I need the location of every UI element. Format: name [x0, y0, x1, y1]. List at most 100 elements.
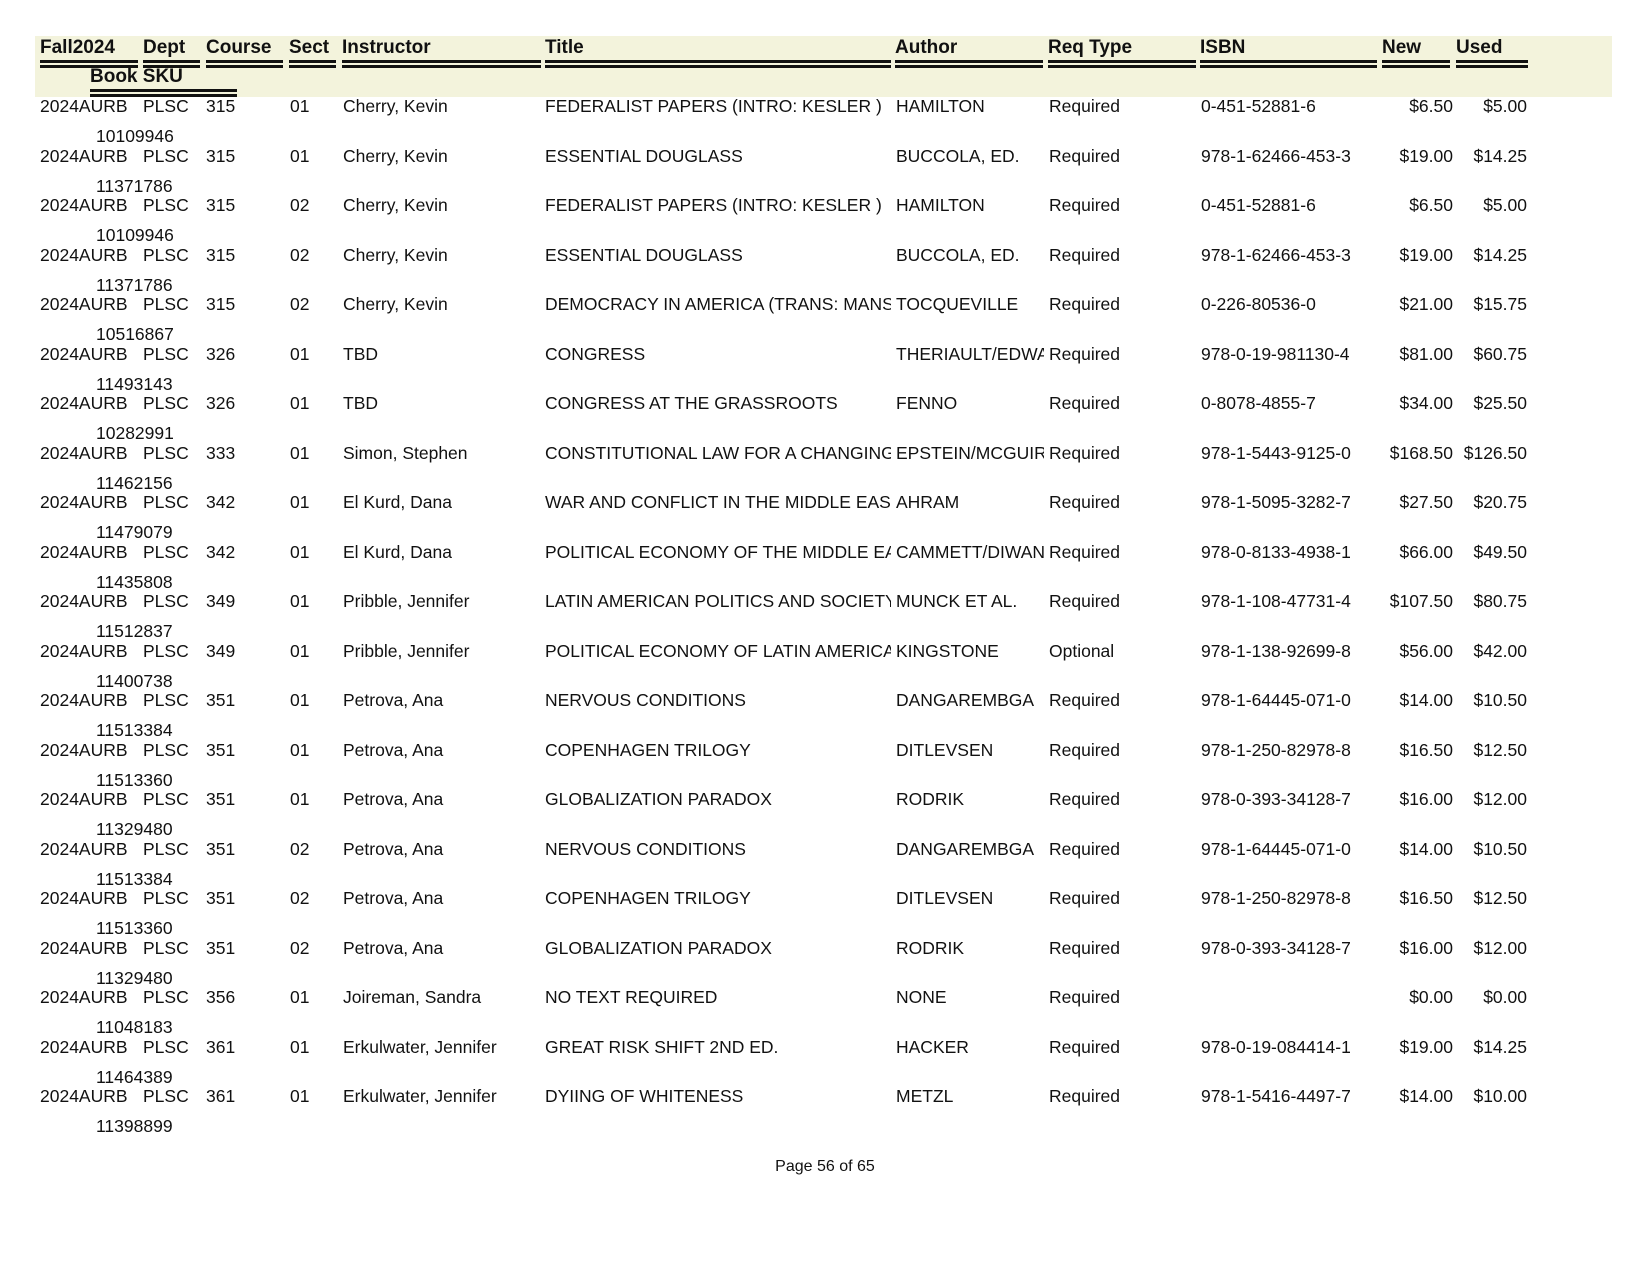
new-price-cell: $14.00: [1399, 838, 1453, 859]
section-cell: 01: [290, 343, 310, 364]
term-cell: 2024AURB: [40, 1086, 128, 1106]
header-dept: Dept: [143, 37, 200, 68]
used-price-cell: $20.75: [1473, 492, 1527, 512]
table-row: 2024AURB PLSC 349 01 Pribble, Jennifer LATIN …: [0, 591, 1650, 642]
isbn-cell: 0-451-52881-6: [1201, 195, 1316, 215]
term-cell: 2024AURB: [40, 393, 128, 413]
term-cell: 2024AURB: [40, 591, 128, 611]
course-cell: 351: [206, 888, 236, 908]
req-type-cell: Required: [1049, 838, 1121, 859]
course-cell: 351: [206, 690, 236, 710]
title-cell: CONGRESS: [545, 343, 646, 364]
header-title: Title: [545, 37, 891, 68]
term-cell: 2024AURB: [40, 789, 128, 809]
book-sku-cell: 11371786: [96, 175, 173, 196]
instructor-cell: Cherry, Kevin: [343, 244, 448, 265]
table-row: 2024AURB PLSC 315 02 Cherry, Kevin ESSENTIAL …: [0, 245, 1650, 296]
section-cell: 01: [290, 1086, 310, 1106]
new-price-cell: $66.00: [1399, 541, 1453, 562]
dept-cell: PLSC: [143, 591, 189, 611]
instructor-cell: TBD: [343, 343, 378, 364]
used-price-cell: $80.75: [1473, 591, 1527, 611]
author-cell: DITLEVSEN: [896, 739, 994, 760]
title-cell: ESSENTIAL DOUGLASS: [545, 145, 743, 166]
author-cell: DANGAREMBGA: [896, 690, 1035, 710]
table-row: 2024AURB PLSC 315 02 Cherry, Kevin FEDERALIST…: [0, 195, 1650, 246]
course-cell: 315: [206, 96, 236, 116]
book-sku-cell: 10109946: [96, 225, 174, 245]
new-price-cell: $19.00: [1399, 1036, 1453, 1057]
table-row: 2024AURB PLSC 315 01 Cherry, Kevin ESSENTIAL …: [0, 146, 1650, 197]
author-cell: HACKER: [896, 1036, 969, 1057]
title-cell: WAR AND CONFLICT IN THE MIDDLE EAST: [545, 492, 891, 512]
title-cell: DEMOCRACY IN AMERICA (TRANS: MANSFIELD): [545, 294, 891, 314]
title-cell: FEDERALIST PAPERS (INTRO: KESLER ): [545, 195, 882, 215]
isbn-cell: 978-1-64445-071-0: [1201, 838, 1351, 859]
instructor-cell: Petrova, Ana: [343, 690, 444, 710]
book-sku-cell: 11371786: [96, 274, 173, 295]
req-type-cell: Required: [1049, 294, 1121, 314]
instructor-cell: Pribble, Jennifer: [343, 591, 470, 611]
dept-cell: PLSC: [143, 838, 189, 859]
course-cell: 333: [206, 442, 236, 463]
book-sku-cell: 11329480: [96, 819, 173, 839]
section-cell: 01: [290, 789, 310, 809]
term-cell: 2024AURB: [40, 690, 128, 710]
used-price-cell: $12.50: [1473, 739, 1527, 760]
table-row: 2024AURB PLSC 351 02 Petrova, Ana NERVOUS CON…: [0, 839, 1650, 890]
req-type-cell: Required: [1049, 442, 1121, 463]
header-label: Instructor: [342, 37, 431, 58]
title-cell: POLITICAL ECONOMY OF LATIN AMERICA: [545, 640, 891, 661]
new-price-cell: $27.50: [1399, 492, 1453, 512]
book-sku-cell: 10282991: [96, 423, 174, 443]
new-price-cell: $0.00: [1409, 987, 1453, 1007]
req-type-cell: Required: [1049, 244, 1121, 265]
term-cell: 2024AURB: [40, 987, 128, 1007]
new-price-cell: $107.50: [1389, 591, 1453, 611]
isbn-cell: 978-1-62466-453-3: [1201, 145, 1351, 166]
header-term: Fall2024: [40, 37, 138, 68]
instructor-cell: Cherry, Kevin: [343, 195, 448, 215]
header-book-sku: Book SKU: [90, 66, 237, 97]
header-label: ISBN: [1200, 37, 1246, 58]
isbn-cell: 978-1-250-82978-8: [1201, 888, 1351, 908]
isbn-cell: 978-0-19-084414-1: [1201, 1036, 1351, 1057]
used-price-cell: $5.00: [1483, 96, 1527, 116]
table-row: 2024AURB PLSC 349 01 Pribble, Jennifer POLITI…: [0, 641, 1650, 692]
book-sku-cell: 10109946: [96, 126, 174, 146]
header-label: Author: [895, 37, 958, 58]
req-type-cell: Required: [1049, 393, 1121, 413]
title-cell: POLITICAL ECONOMY OF THE MIDDLE EAST: [545, 541, 891, 562]
term-cell: 2024AURB: [40, 145, 128, 166]
table-row: 2024AURB PLSC 351 02 Petrova, Ana COPENHAGEN …: [0, 888, 1650, 939]
table-row: 2024AURB PLSC 361 01 Erkulwater, Jennifer DYI…: [0, 1086, 1650, 1137]
header-label: Dept: [143, 37, 186, 58]
table-row: 2024AURB PLSC 342 01 El Kurd, Dana WAR AND CO…: [0, 492, 1650, 543]
header-isbn: ISBN: [1200, 37, 1377, 68]
req-type-cell: Required: [1049, 1086, 1121, 1106]
table-row: 2024AURB PLSC 351 01 Petrova, Ana NERVOUS CON…: [0, 690, 1650, 741]
dept-cell: PLSC: [143, 739, 189, 760]
author-cell: THERIAULT/EDWARDS: [896, 343, 1044, 364]
isbn-cell: 978-1-64445-071-0: [1201, 690, 1351, 710]
title-cell: COPENHAGEN TRILOGY: [545, 739, 751, 760]
new-price-cell: $34.00: [1399, 393, 1453, 413]
section-cell: 01: [290, 987, 310, 1007]
title-cell: GLOBALIZATION PARADOX: [545, 789, 772, 809]
book-sku-cell: 11513384: [96, 868, 173, 889]
header-label: Book SKU: [90, 66, 183, 87]
title-cell: COPENHAGEN TRILOGY: [545, 888, 751, 908]
author-cell: HAMILTON: [896, 96, 985, 116]
book-sku-cell: 11329480: [96, 967, 173, 988]
dept-cell: PLSC: [143, 937, 189, 958]
term-cell: 2024AURB: [40, 937, 128, 958]
term-cell: 2024AURB: [40, 343, 128, 364]
isbn-cell: 978-1-250-82978-8: [1201, 739, 1351, 760]
used-price-cell: $42.00: [1473, 640, 1527, 661]
title-cell: NO TEXT REQUIRED: [545, 987, 718, 1007]
header-label: New: [1382, 37, 1422, 58]
isbn-cell: 978-0-393-34128-7: [1201, 789, 1351, 809]
req-type-cell: Required: [1049, 789, 1121, 809]
header-label: Req Type: [1048, 37, 1133, 58]
page-number: Page 56 of 65: [775, 1158, 875, 1175]
